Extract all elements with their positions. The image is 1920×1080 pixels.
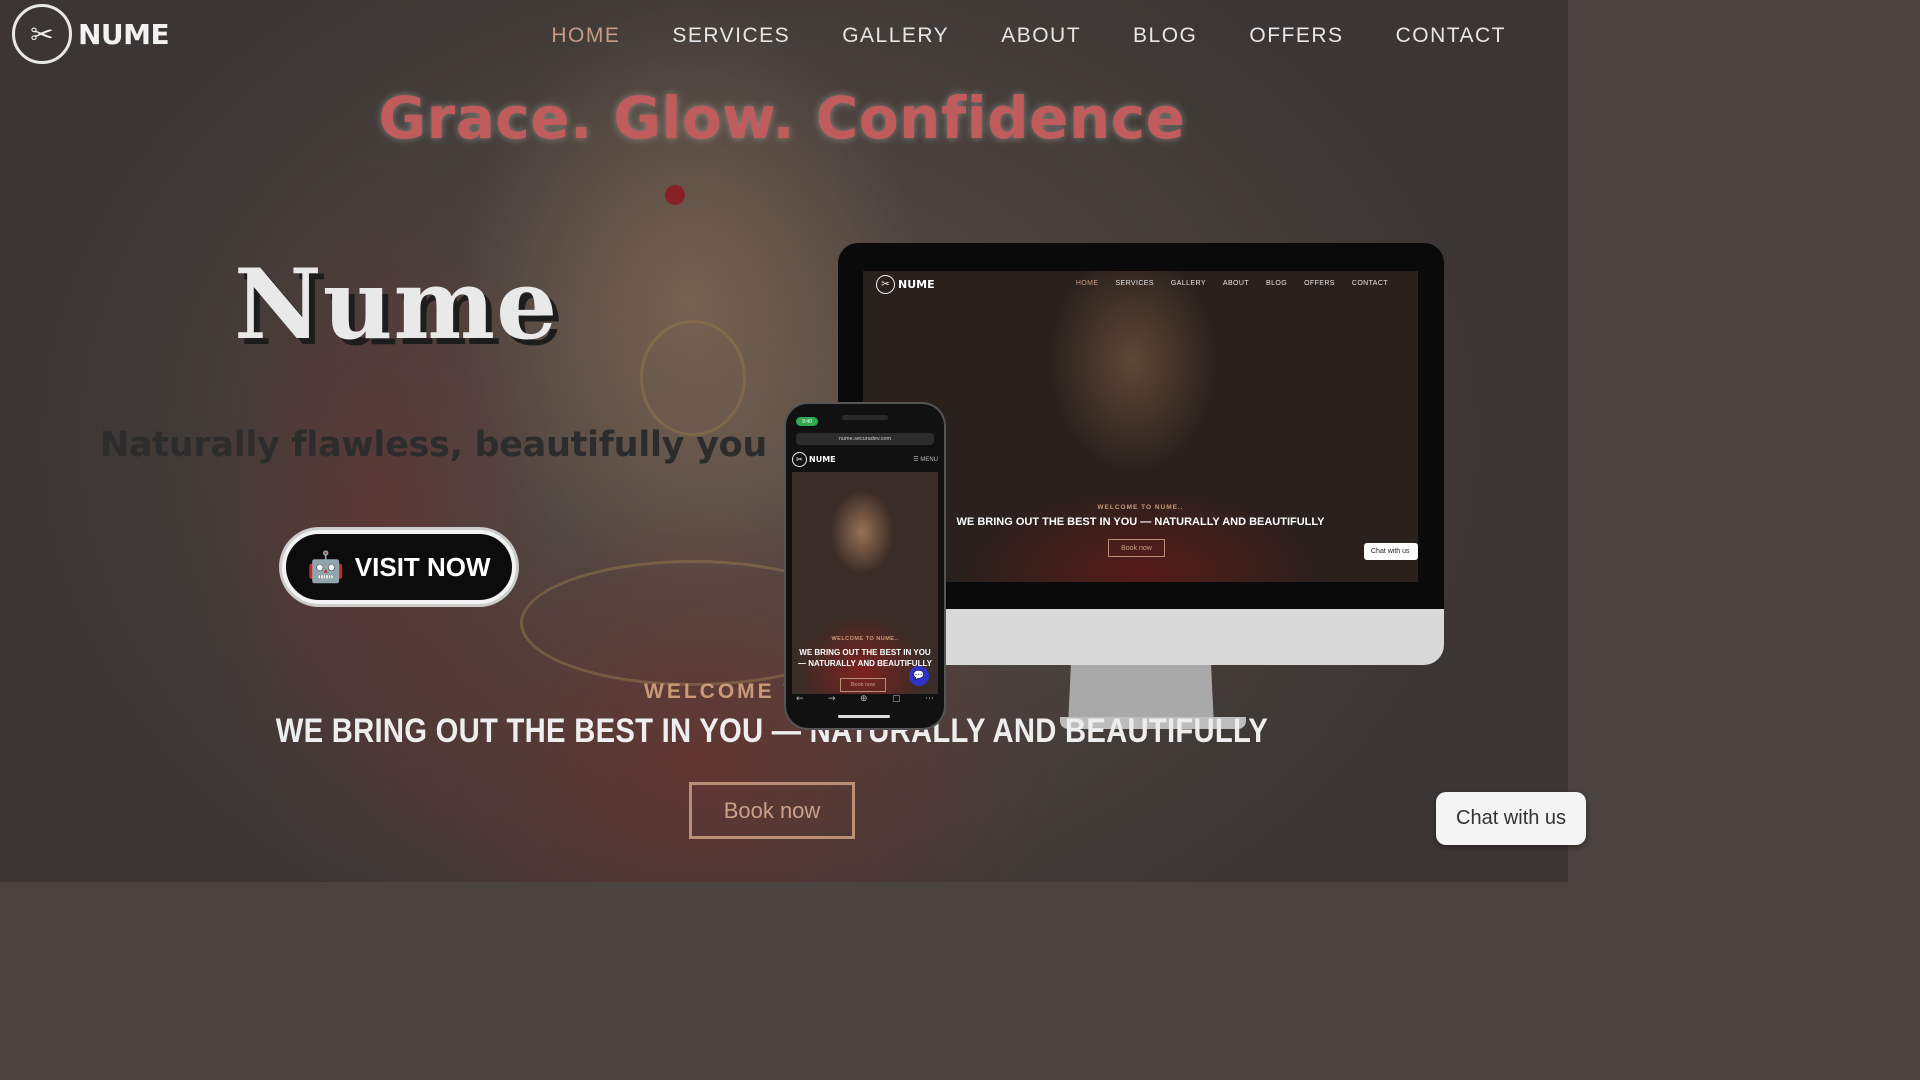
nav-about[interactable]: ABOUT — [1001, 24, 1081, 48]
phone-headline: WE BRING OUT THE BEST IN YOU — NATURALLY… — [798, 648, 932, 668]
hero-subtitle: Naturally flawless, beautifully you — [100, 425, 767, 465]
hero-tagline: Grace. Glow. Confidence — [378, 84, 1186, 152]
hero-headline: WE BRING OUT THE BEST IN YOU — NATURALLY… — [275, 712, 1269, 750]
visit-now-label: VISIT NOW — [354, 551, 491, 582]
phone-home-indicator — [838, 715, 890, 718]
chat-bubble-icon: 💬 — [909, 666, 929, 686]
phone-screen: WELCOME TO NUME.. WE BRING OUT THE BEST … — [792, 472, 938, 694]
mockup-nav-item: ABOUT — [1222, 280, 1250, 287]
mockup-nav-item: HOME — [1075, 280, 1099, 287]
site-logo[interactable]: ✂ NUME — [12, 4, 170, 64]
mockup-headline: WE BRING OUT THE BEST IN YOU — NATURALLY… — [956, 516, 1325, 528]
mockup-logo: ✂ NUME — [876, 275, 935, 294]
phone-browser-nav: ← → ⊕ ▢ ⋯ — [796, 694, 934, 704]
tabs-icon: ▢ — [892, 694, 901, 704]
nav-gallery[interactable]: GALLERY — [842, 24, 949, 48]
desktop-mockup-screen: ✂ NUME HOME SERVICES GALLERY ABOUT BLOG … — [863, 271, 1418, 582]
mockup-nav: HOME SERVICES GALLERY ABOUT BLOG OFFERS … — [1076, 280, 1388, 287]
phone-notch — [842, 415, 888, 420]
main-nav: HOME SERVICES GALLERY ABOUT BLOG OFFERS … — [551, 24, 1506, 48]
visit-now-button[interactable]: 🤖 VISIT NOW — [282, 530, 516, 604]
book-now-button[interactable]: Book now — [689, 782, 855, 839]
scissors-icon: ✂ — [12, 4, 72, 64]
welcome-label: WELCOME T — [644, 680, 800, 703]
scissors-icon: ✂ — [792, 451, 807, 467]
mockup-chat: Chat with us — [1364, 543, 1418, 560]
mockup-nav-item: GALLERY — [1170, 280, 1206, 287]
scissors-icon: ✂ — [876, 275, 895, 294]
mockup-nav-item: OFFERS — [1304, 280, 1335, 287]
mockup-nav-item: BLOG — [1266, 280, 1288, 287]
mockup-welcome: WELCOME TO NUME.. — [1097, 504, 1184, 511]
nav-offers[interactable]: OFFERS — [1249, 24, 1343, 48]
phone-url-bar: nume.securadev.com — [796, 433, 934, 445]
phone-logo: ✂ NUME — [792, 451, 836, 467]
mockup-nav-item: CONTACT — [1351, 280, 1388, 287]
nav-blog[interactable]: BLOG — [1133, 24, 1197, 48]
forward-arrow-icon: → — [828, 694, 836, 704]
chat-with-us-button[interactable]: Chat with us — [1436, 792, 1586, 845]
nav-services[interactable]: SERVICES — [672, 24, 790, 48]
mockup-nav-item: SERVICES — [1115, 280, 1154, 287]
phone-welcome: WELCOME TO NUME.. — [831, 636, 899, 642]
phone-time: 9:40 — [796, 417, 818, 426]
robot-icon: 🤖 — [307, 549, 345, 585]
mockup-logo-text: NUME — [898, 278, 935, 291]
back-arrow-icon: ← — [796, 694, 804, 704]
nav-contact[interactable]: CONTACT — [1396, 24, 1506, 48]
brand-title: Nume — [234, 248, 559, 361]
phone-menu: ☰ MENU — [913, 456, 938, 463]
logo-text: NUME — [78, 17, 170, 51]
phone-logo-text: NUME — [809, 454, 836, 464]
phone-book-button: Book now — [840, 678, 886, 692]
phone-mockup: 9:40 nume.securadev.com ✂ NUME ☰ MENU WE… — [786, 404, 944, 728]
phone-header: ✂ NUME ☰ MENU — [792, 448, 938, 470]
mockup-book-button: Book now — [1108, 539, 1165, 557]
more-icon: ⋯ — [924, 694, 934, 704]
plus-icon: ⊕ — [860, 694, 868, 704]
nav-home[interactable]: HOME — [551, 24, 620, 48]
